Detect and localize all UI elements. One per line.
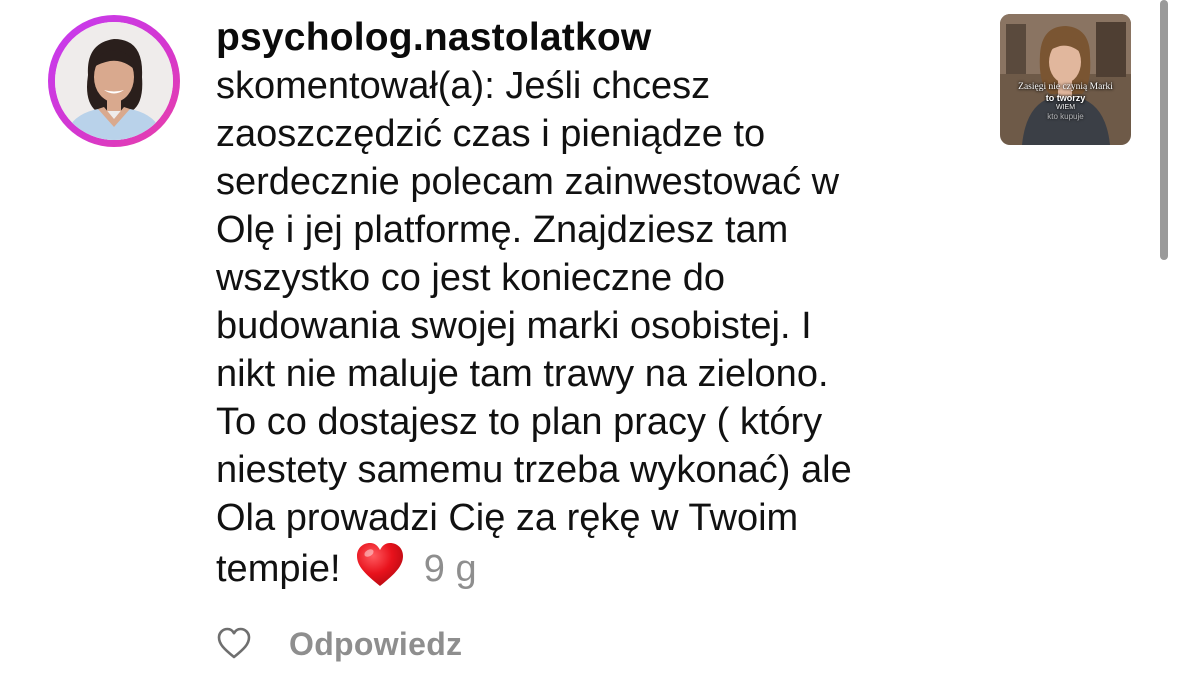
comment-line: budowania swojej marki osobistej. I [216, 305, 812, 347]
comment-timestamp: 9 g [423, 548, 477, 590]
red-heart-emoji-icon [355, 542, 405, 600]
thumbnail-caption-line: Zasięgi nie czynią Marki [1018, 82, 1113, 92]
comment-line: Ola prowadzi Cię za rękę w Twoim [216, 497, 799, 539]
thumbnail-caption-line: kto kupuje [1047, 112, 1084, 121]
heart-outline-icon[interactable] [216, 626, 252, 662]
scrollbar[interactable] [1160, 0, 1168, 260]
comment-line: serdecznie polecam zainwestować w [216, 161, 840, 203]
comment-line: tempie! [216, 548, 341, 590]
comment-line: Olę i jej platformę. Znajdziesz tam [216, 209, 789, 251]
thumbnail-caption: Zasięgi nie czynią Marki to tworzy WIEM … [1006, 82, 1125, 121]
comment-username[interactable]: psycholog.nastolatkow [216, 14, 976, 62]
thumbnail-caption-line: to tworzy [1045, 93, 1086, 103]
comment-actions: Odpowiedz [216, 622, 462, 666]
avatar[interactable] [48, 15, 180, 147]
comment-line: skomentował(a): Jeśli chcesz [216, 65, 711, 107]
post-thumbnail[interactable]: Zasięgi nie czynią Marki to tworzy WIEM … [1000, 14, 1131, 145]
comment-line: wszystko co jest konieczne do [216, 257, 726, 299]
reply-button[interactable]: Odpowiedz [289, 626, 462, 663]
comment-line: To co dostajesz to plan pracy ( który [216, 401, 823, 443]
comment-line: niestety samemu trzeba wykonać) ale [216, 449, 852, 491]
comment-text: skomentował(a): Jeśli chcesz zaoszczędzi… [216, 62, 976, 600]
thumbnail-caption-line: WIEM [1055, 104, 1076, 111]
comment-line: zaoszczędzić czas i pieniądze to [216, 113, 766, 155]
comment-line: nikt nie maluje tam trawy na zielono. [216, 353, 829, 395]
comment: psycholog.nastolatkow skomentował(a): Je… [216, 14, 976, 600]
